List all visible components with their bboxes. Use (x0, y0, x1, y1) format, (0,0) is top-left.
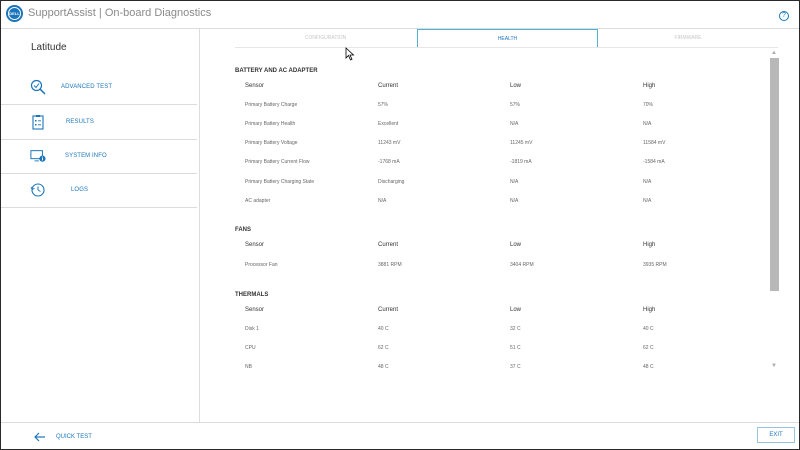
column-header-low: Low (510, 307, 522, 313)
sensor-current: 11243 mV (378, 140, 401, 146)
tab-firmware[interactable]: FIRMWARE (598, 29, 778, 48)
scroll-down-arrow-icon[interactable]: ▼ (771, 363, 777, 369)
sensor-high: 48 C (643, 364, 654, 370)
sensor-current: Excellent (378, 121, 399, 127)
sensor-low: -1819 mA (510, 159, 532, 165)
sensor-low: 37 C (510, 364, 521, 370)
sidebar: Latitude ADVANCED TEST RESULTS SYSTEM IN… (1, 29, 200, 422)
section-title-battery: BATTERY AND AC ADAPTER (235, 68, 318, 74)
sensor-current: 48 C (378, 364, 389, 370)
column-header-current: Current (378, 83, 399, 89)
sidebar-item-results[interactable]: RESULTS (1, 106, 197, 140)
dell-logo: DELL (6, 5, 23, 22)
tab-health[interactable]: HEALTH (417, 29, 598, 48)
sensor-name: Processor Fan (245, 262, 278, 268)
column-header-sensor: Sensor (245, 242, 265, 248)
sensor-high: 3935 RPM (643, 262, 667, 268)
sensor-name: AC adapter (245, 198, 271, 204)
scroll-up-arrow-icon[interactable]: ▲ (771, 50, 777, 56)
sensor-name: Primary Battery Charging State (245, 179, 315, 185)
sensor-high: 62 C (643, 345, 654, 351)
sensor-high: 40 C (643, 326, 654, 332)
sidebar-item-system-info[interactable]: SYSTEM INFO (1, 140, 197, 174)
sensor-high: 11584 mV (643, 140, 666, 146)
health-content: BATTERY AND AC ADAPTER Sensor Current Lo… (235, 59, 765, 377)
sensor-name: Primary Battery Health (245, 121, 296, 127)
sensor-low: 32 C (510, 326, 521, 332)
sensor-name: NB (245, 364, 252, 370)
sensor-name: Primary Battery Current Flow (245, 159, 310, 165)
clipboard-list-icon (32, 115, 44, 130)
exit-button[interactable]: EXIT (757, 427, 795, 443)
sensor-current: -1768 mA (378, 159, 400, 165)
quick-test-button[interactable]: QUICK TEST (34, 431, 92, 443)
sensor-current: 3881 RPM (378, 262, 402, 268)
sensor-high: N/A (643, 179, 652, 185)
sensor-current: 62 C (378, 345, 389, 351)
column-header-low: Low (510, 83, 522, 89)
sensor-low: N/A (510, 179, 519, 185)
tab-bar: CONFIGURATION HEALTH FIRMWARE (235, 29, 778, 48)
column-header-current: Current (378, 242, 399, 248)
sensor-low: 57% (510, 102, 521, 108)
column-header-high: High (643, 83, 656, 89)
column-header-sensor: Sensor (245, 83, 265, 89)
sensor-current: Discharging (378, 179, 405, 185)
quick-test-label: QUICK TEST (56, 434, 92, 440)
sensor-low: N/A (510, 121, 519, 127)
section-title-thermals: THERMALS (235, 292, 269, 298)
sensor-name: CPU (245, 345, 256, 351)
monitor-info-icon (30, 150, 46, 162)
app-title: SupportAssist | On-board Diagnostics (28, 7, 212, 19)
sensor-name: Primary Battery Charge (245, 102, 298, 108)
sensor-low: 11245 mV (510, 140, 533, 146)
tab-underline (235, 47, 778, 48)
column-header-low: Low (510, 242, 522, 248)
sensor-high: 70% (643, 102, 654, 108)
magnifier-check-icon (30, 79, 46, 95)
sensor-high: N/A (643, 121, 652, 127)
sensor-high: -1584 mA (643, 159, 665, 165)
sensor-low: 51 C (510, 345, 521, 351)
sidebar-item-label: RESULTS (66, 119, 94, 125)
sensor-low: 3404 RPM (510, 262, 534, 268)
sidebar-item-logs[interactable]: LOGS (1, 174, 197, 208)
sensor-current: N/A (378, 198, 387, 204)
sidebar-item-label: LOGS (71, 187, 89, 193)
help-icon[interactable]: ? (779, 11, 789, 21)
sidebar-item-label: SYSTEM INFO (65, 153, 107, 159)
title-bar: DELL SupportAssist | On-board Diagnostic… (1, 1, 799, 28)
column-header-current: Current (378, 307, 399, 313)
column-header-high: High (643, 242, 656, 248)
tab-configuration[interactable]: CONFIGURATION (235, 29, 416, 48)
clock-history-icon (30, 183, 45, 197)
scrollbar-thumb[interactable] (770, 58, 779, 291)
device-name: Latitude (31, 42, 67, 53)
footer-divider (1, 422, 799, 423)
sensor-name: Disk 1 (245, 326, 259, 332)
sidebar-item-label: ADVANCED TEST (61, 84, 113, 90)
sensor-low: N/A (510, 198, 519, 204)
arrow-left-icon (34, 432, 45, 442)
app-window: DELL SupportAssist | On-board Diagnostic… (0, 0, 800, 450)
column-header-sensor: Sensor (245, 307, 265, 313)
column-header-high: High (643, 307, 656, 313)
sensor-high: N/A (643, 198, 652, 204)
mouse-cursor-icon (345, 47, 355, 61)
sensor-name: Primary Battery Voltage (245, 140, 298, 146)
dell-logo-text: DELL (8, 7, 21, 20)
sidebar-item-advanced-test[interactable]: ADVANCED TEST (1, 71, 197, 105)
section-title-fans: FANS (235, 227, 252, 233)
sensor-current: 40 C (378, 326, 389, 332)
sensor-current: 57% (378, 102, 389, 108)
